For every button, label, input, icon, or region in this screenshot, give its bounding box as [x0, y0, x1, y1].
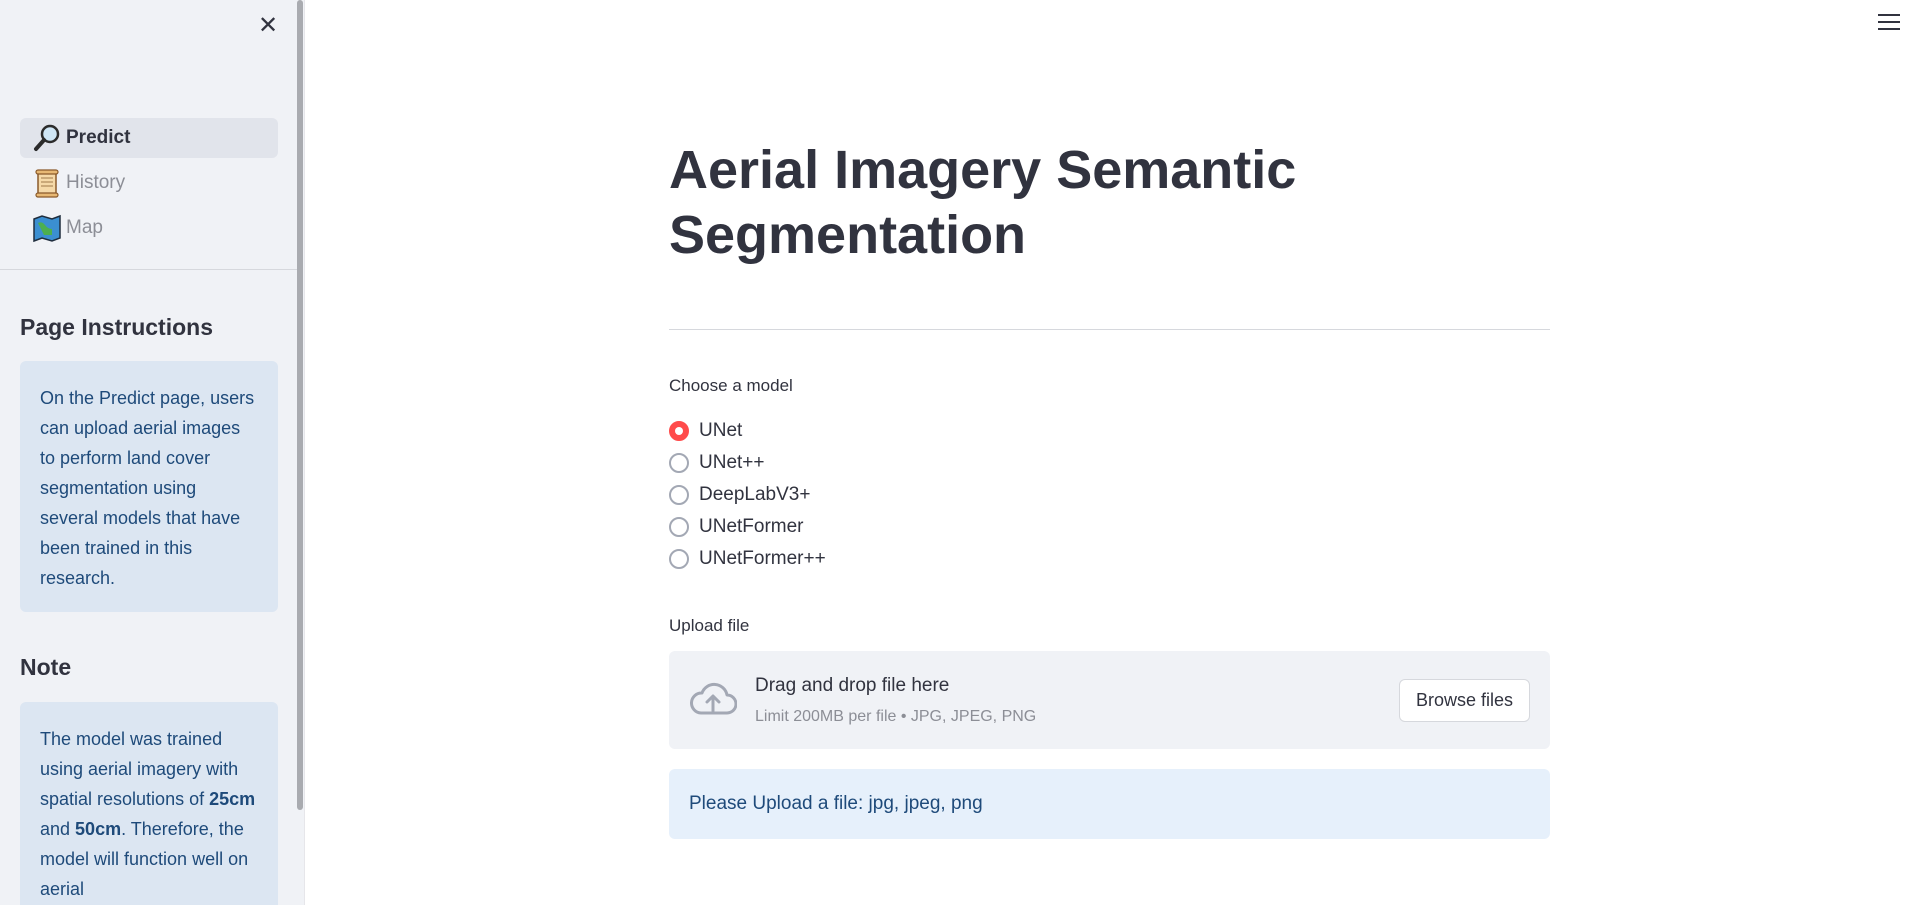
magnifier-icon — [34, 124, 60, 151]
sidebar-divider — [0, 269, 297, 270]
hamburger-menu-icon — [1878, 14, 1902, 30]
close-icon: ✕ — [257, 11, 279, 39]
title-divider — [669, 329, 1550, 330]
sidebar-item-predict[interactable]: Predict — [20, 118, 278, 158]
main-menu-button[interactable] — [1878, 14, 1902, 34]
note-bold-25cm: 25cm — [209, 789, 256, 809]
instructions-heading: Page Instructions — [20, 314, 213, 340]
map-icon — [33, 214, 61, 243]
radio-button[interactable] — [669, 549, 689, 569]
radio-option-unet-plus-plus[interactable]: UNet++ — [669, 447, 826, 479]
instructions-info-box: On the Predict page, users can upload ae… — [20, 361, 278, 612]
note-text-2: and — [40, 819, 76, 839]
radio-label: UNet — [699, 420, 743, 441]
page-title: Aerial Imagery Semantic Segmentation — [669, 140, 1297, 265]
radio-label: UNet++ — [699, 452, 765, 473]
sidebar-nav: Predict History Map — [20, 118, 278, 253]
sidebar-item-label: Predict — [66, 127, 131, 148]
radio-button[interactable] — [669, 517, 689, 537]
radio-option-unetformer-plus-plus[interactable]: UNetFormer++ — [669, 543, 826, 575]
sidebar-item-history[interactable]: History — [20, 163, 278, 203]
radio-option-unet[interactable]: UNet — [669, 415, 826, 447]
instructions-text: On the Predict page, users can upload ae… — [40, 388, 255, 588]
file-dropzone[interactable]: Drag and drop file here Limit 200MB per … — [669, 651, 1550, 749]
sidebar-scrollbar[interactable] — [297, 0, 303, 810]
dropzone-limit-text: Limit 200MB per file • JPG, JPEG, PNG — [755, 708, 1037, 725]
radio-option-unetformer[interactable]: UNetFormer — [669, 511, 826, 543]
browse-files-button[interactable]: Browse files — [1398, 679, 1530, 722]
note-heading: Note — [20, 654, 72, 680]
radio-button-checked[interactable] — [669, 421, 689, 441]
note-info-box: The model was trained using aerial image… — [20, 702, 278, 905]
note-bold-50cm: 50cm — [75, 819, 122, 839]
upload-info-alert: Please Upload a file: jpg, jpeg, png — [669, 769, 1550, 839]
dropzone-title: Drag and drop file here — [755, 675, 950, 696]
radio-button[interactable] — [669, 485, 689, 505]
sidebar-item-label: History — [66, 172, 126, 193]
radio-label: UNetFormer — [699, 516, 804, 537]
radio-option-deeplabv3-plus[interactable]: DeepLabV3+ — [669, 479, 826, 511]
alert-text: Please Upload a file: jpg, jpeg, png — [689, 793, 983, 814]
radio-label: UNetFormer++ — [699, 548, 826, 569]
model-select-label: Choose a model — [669, 376, 793, 395]
close-sidebar-button[interactable]: ✕ — [256, 11, 280, 39]
model-radio-group: UNet UNet++ DeepLabV3+ UNetFormer UNetFo… — [669, 415, 826, 575]
radio-button[interactable] — [669, 453, 689, 473]
sidebar-item-map[interactable]: Map — [20, 208, 278, 248]
scroll-icon — [35, 169, 59, 198]
cloud-upload-icon — [690, 682, 737, 715]
upload-label: Upload file — [669, 616, 750, 635]
radio-label: DeepLabV3+ — [699, 484, 811, 505]
sidebar-item-label: Map — [66, 217, 103, 238]
sidebar: ✕ Predict History Map Page Instructions … — [0, 0, 305, 905]
